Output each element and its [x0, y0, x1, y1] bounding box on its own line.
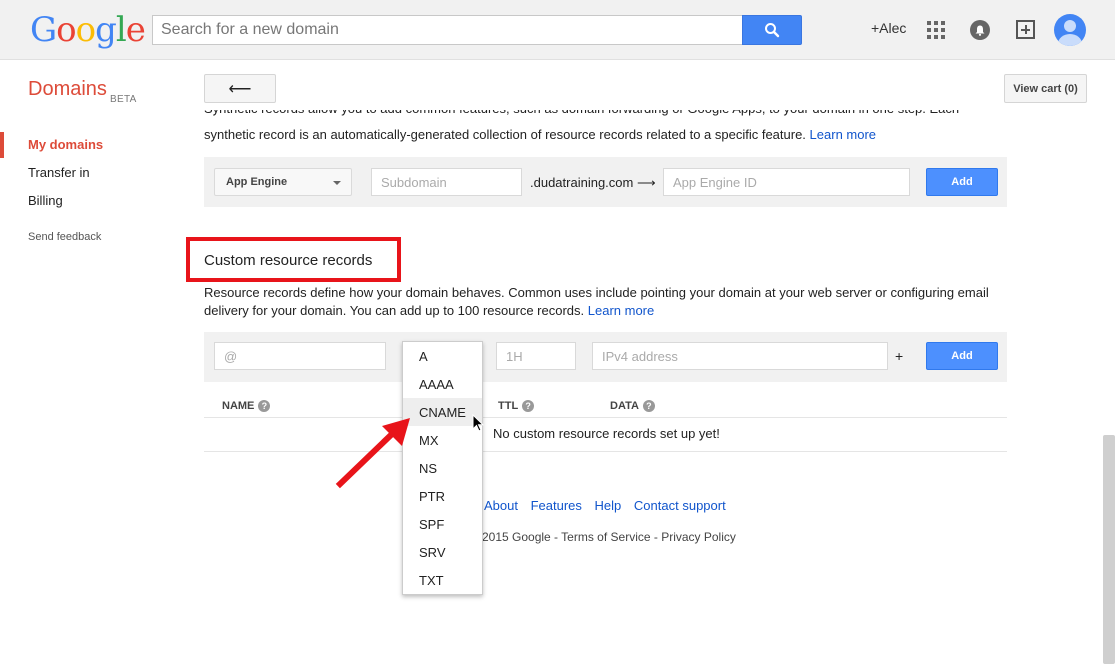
custom-records-title: Custom resource records — [204, 252, 373, 269]
add-field-plus-button[interactable]: + — [895, 348, 903, 364]
table-divider — [204, 451, 1007, 452]
footer-link-about[interactable]: About — [484, 498, 518, 513]
google-logo[interactable]: Google — [30, 10, 146, 50]
annotation-arrow-icon — [335, 418, 410, 489]
share-plus-icon[interactable] — [1016, 20, 1035, 39]
chevron-down-icon — [333, 181, 341, 185]
footer-link-contact-support[interactable]: Contact support — [634, 498, 726, 513]
apps-grid-icon[interactable] — [927, 21, 945, 39]
synthetic-description: synthetic record is an automatically-gen… — [204, 127, 877, 142]
column-header-ttl: TTL? — [498, 400, 535, 412]
record-data-input[interactable] — [592, 342, 888, 370]
table-divider — [204, 417, 1007, 418]
back-arrow-icon: ⟵ — [228, 80, 252, 98]
empty-records-message: No custom resource records set up yet! — [493, 426, 720, 441]
custom-records-description: Resource records define how your domain … — [204, 285, 989, 318]
user-avatar[interactable] — [1054, 14, 1086, 46]
product-name[interactable]: Domains — [28, 78, 107, 101]
sidebar-item-billing[interactable]: Billing — [28, 193, 63, 208]
dropdown-option-spf[interactable]: SPF — [403, 510, 482, 538]
top-bar: Google +Alec — [0, 0, 1115, 60]
dropdown-option-txt[interactable]: TXT — [403, 566, 482, 594]
synthetic-intro-cut: Synthetic records allow you to add commo… — [204, 110, 984, 118]
dropdown-option-a[interactable]: A — [403, 342, 482, 370]
custom-add-button[interactable]: Add — [926, 342, 998, 370]
footer-link-features[interactable]: Features — [531, 498, 582, 513]
active-nav-indicator — [0, 132, 4, 158]
synthetic-type-select[interactable]: App Engine — [214, 168, 352, 196]
custom-learn-more-link[interactable]: Learn more — [588, 303, 654, 318]
record-ttl-input[interactable] — [496, 342, 576, 370]
domain-suffix: .dudatraining.com ⟶ — [530, 175, 656, 190]
subdomain-input[interactable] — [371, 168, 522, 196]
sidebar-item-my-domains[interactable]: My domains — [28, 137, 103, 152]
beta-badge: BETA — [110, 94, 137, 105]
search-icon — [765, 23, 780, 38]
sidebar-item-transfer-in[interactable]: Transfer in — [28, 165, 90, 180]
synthetic-learn-more-link[interactable]: Learn more — [810, 127, 876, 142]
synthetic-add-button[interactable]: Add — [926, 168, 998, 196]
send-feedback-link[interactable]: Send feedback — [28, 231, 101, 243]
help-icon[interactable]: ? — [642, 400, 655, 412]
copyright-text: 2015 Google - Terms of Service - Privacy… — [482, 530, 736, 544]
notifications-bell-icon[interactable] — [970, 20, 990, 40]
help-icon[interactable]: ? — [258, 400, 271, 412]
column-header-name: NAME? — [222, 400, 271, 412]
column-header-data: DATA? — [610, 400, 655, 412]
page-scrollbar[interactable] — [1103, 435, 1115, 664]
mouse-pointer-icon — [472, 414, 484, 432]
footer-links: About Features Help Contact support — [484, 498, 735, 513]
plus-user-link[interactable]: +Alec — [871, 20, 906, 36]
view-cart-button[interactable]: View cart (0) — [1004, 74, 1087, 103]
dropdown-option-aaaa[interactable]: AAAA — [403, 370, 482, 398]
help-icon[interactable]: ? — [522, 400, 535, 412]
app-engine-id-input[interactable] — [663, 168, 910, 196]
domain-search-input[interactable] — [152, 15, 742, 45]
back-button[interactable]: ⟵ — [204, 74, 276, 103]
record-name-input[interactable] — [214, 342, 386, 370]
dropdown-option-srv[interactable]: SRV — [403, 538, 482, 566]
search-button[interactable] — [742, 15, 802, 45]
footer-link-help[interactable]: Help — [595, 498, 622, 513]
